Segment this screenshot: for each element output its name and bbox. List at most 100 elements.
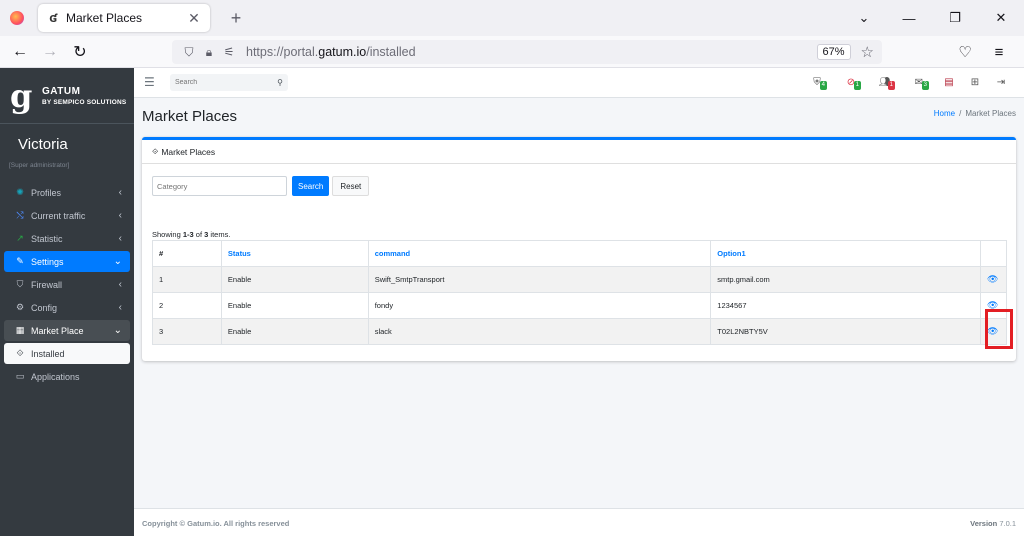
cog-icon: ⚙ xyxy=(15,302,25,312)
language-button[interactable]: ▤ xyxy=(936,74,962,92)
wrench-icon: ✎ xyxy=(16,256,24,266)
market-places-card: ⟐ Market Places Search Reset Showing 1-3… xyxy=(142,137,1016,361)
messages-button[interactable]: ✉ 3 xyxy=(902,74,936,92)
view-eye-icon[interactable]: 👁︎ xyxy=(979,266,1008,293)
traffic-icon: ⤭ xyxy=(16,210,24,220)
cell-status: Enable xyxy=(220,318,369,345)
browser-tab[interactable]: ʛ Market Places ✕ xyxy=(38,4,210,32)
category-input[interactable] xyxy=(152,176,287,196)
cell-status: Enable xyxy=(220,292,369,319)
highlight-box xyxy=(985,309,1013,349)
fullscreen-button[interactable]: ⊞ xyxy=(962,74,988,92)
users-alerts-button[interactable]: 👥︎ 1 xyxy=(868,74,902,92)
breadcrumb-current: Market Places xyxy=(965,109,1016,118)
tab-list-chevron-icon[interactable]: ⌄ xyxy=(854,10,874,26)
card-header: ⟐ Market Places xyxy=(142,140,1016,164)
top-search: ⚲ xyxy=(170,74,288,91)
chevron-down-icon: ⌄ xyxy=(113,256,122,267)
apps-icon: ▭ xyxy=(15,371,25,381)
footer-copyright: Copyright © Gatum.io. All rights reserve… xyxy=(142,519,290,528)
sidebar-item-profiles[interactable]: ✺ Profiles ‹ xyxy=(4,182,130,203)
page-title: Market Places xyxy=(142,108,238,125)
firefox-icon[interactable] xyxy=(10,11,24,25)
bookmark-star-icon[interactable]: ☆ xyxy=(861,43,874,61)
blocked-alerts-button[interactable]: ⊘ 1 xyxy=(834,74,868,92)
card-title: Market Places xyxy=(161,146,216,157)
expand-icon: ⊞ xyxy=(970,77,980,88)
cell-number: 2 xyxy=(152,292,222,319)
minimize-icon[interactable]: — xyxy=(886,11,932,26)
gatum-logo-icon: g xyxy=(10,76,33,115)
grid-icon: ▦ xyxy=(15,325,25,335)
sidebar-item-installed[interactable]: ⟐ Installed xyxy=(4,343,130,364)
app-top-bar: ☰ ⚲ ⛨ 4 ⊘ 1 👥︎ 1 ✉ 3 ▤ ⊞ ⇥ xyxy=(134,68,1024,98)
sidebar-item-firewall[interactable]: ⛉ Firewall ‹ xyxy=(4,274,130,295)
reset-button[interactable]: Reset xyxy=(332,176,370,196)
sidebar-item-applications[interactable]: ▭ Applications xyxy=(4,366,130,387)
hamburger-menu-icon[interactable]: ☰ xyxy=(144,75,155,89)
sidebar-item-statistic[interactable]: ↗ Statistic ‹ xyxy=(4,228,130,249)
column-header-number: # xyxy=(152,240,222,267)
cell-command: fondy xyxy=(367,292,712,319)
logout-icon: ⇥ xyxy=(996,77,1006,88)
sidebar-item-config[interactable]: ⚙ Config ‹ xyxy=(4,297,130,318)
notifications-shield-button[interactable]: ⛨ 4 xyxy=(800,74,834,92)
sidebar-menu: ✺ Profiles ‹ ⤭ Current traffic ‹ ↗ Stati… xyxy=(4,182,130,389)
window-close-icon[interactable]: ✕ xyxy=(978,10,1024,26)
us-flag-icon: ▤ xyxy=(944,77,954,88)
gatum-favicon-icon: ʛ xyxy=(49,10,57,25)
cell-command: Swift_SmtpTransport xyxy=(367,266,712,293)
brand-name: GATUM xyxy=(42,85,81,97)
cell-option1: 1234567 xyxy=(710,292,981,319)
table-row: 2 Enable fondy 1234567 👁︎ xyxy=(152,292,1008,319)
search-input[interactable] xyxy=(175,79,278,86)
chevron-left-icon: ‹ xyxy=(118,210,122,221)
brand-tagline: BY SEMPICO SOLUTIONS xyxy=(42,98,127,106)
url-bar[interactable]: ⛉ 🔒︎ ⚟ https://portal.gatum.io/installed… xyxy=(172,40,882,64)
close-tab-icon[interactable]: ✕ xyxy=(186,10,202,27)
column-header-option1[interactable]: Option1 xyxy=(710,240,981,267)
back-arrow-icon[interactable]: ← xyxy=(6,43,34,61)
restore-icon[interactable]: ❐ xyxy=(932,10,978,26)
brand[interactable]: g GATUM BY SEMPICO SOLUTIONS xyxy=(0,68,134,124)
badge-count: 1 xyxy=(887,81,895,90)
column-header-command[interactable]: command xyxy=(367,240,712,267)
footer: Copyright © Gatum.io. All rights reserve… xyxy=(134,508,1024,536)
new-tab-icon[interactable]: + xyxy=(226,8,246,29)
sidebar-item-settings[interactable]: ✎ Settings ⌄ xyxy=(4,251,130,272)
gear-icon: ✺ xyxy=(16,187,24,197)
content-header: Market Places Home / Market Places xyxy=(134,98,1024,136)
browser-tab-bar: ʛ Market Places ✕ + ⌄ — ❐ ✕ xyxy=(0,0,1024,36)
browser-nav-bar: ← → ↻ ⛉ 🔒︎ ⚟ https://portal.gatum.io/ins… xyxy=(0,36,1024,68)
column-header-status[interactable]: Status xyxy=(220,240,369,267)
breadcrumb-home-link[interactable]: Home xyxy=(934,109,955,118)
chevron-left-icon: ‹ xyxy=(118,187,122,198)
chart-icon: ↗ xyxy=(16,233,24,243)
url-text[interactable]: https://portal.gatum.io/installed xyxy=(246,45,817,59)
reload-icon[interactable]: ↻ xyxy=(66,42,94,62)
cell-option1: smtp.gmail.com xyxy=(710,266,981,293)
permissions-icon[interactable]: ⚟ xyxy=(220,45,238,59)
forward-arrow-icon[interactable]: → xyxy=(36,43,64,61)
breadcrumb: Home / Market Places xyxy=(933,109,1016,118)
cell-command: slack xyxy=(367,318,712,345)
user-name[interactable]: Victoria xyxy=(18,136,134,153)
tracking-shield-icon[interactable]: ⛉ xyxy=(180,45,198,60)
filter-form: Search Reset xyxy=(152,176,370,196)
chevron-left-icon: ‹ xyxy=(118,302,122,313)
logout-button[interactable]: ⇥ xyxy=(988,74,1014,92)
zoom-level[interactable]: 67% xyxy=(816,44,851,60)
search-icon[interactable]: ⚲ xyxy=(277,78,283,87)
sidebar-item-current-traffic[interactable]: ⤭ Current traffic ‹ xyxy=(4,205,130,226)
table-row: 3 Enable slack T02L2NBTY5V 👁︎ xyxy=(152,318,1008,345)
sidebar-item-market-place[interactable]: ▦ Market Place ⌄ xyxy=(4,320,130,341)
search-button[interactable]: Search xyxy=(292,176,330,196)
cell-option1: T02L2NBTY5V xyxy=(710,318,981,345)
code-icon: ⟐ xyxy=(16,348,24,358)
lock-icon[interactable]: 🔒︎ xyxy=(200,45,218,60)
pocket-icon[interactable]: ♡ xyxy=(948,43,982,61)
chevron-left-icon: ‹ xyxy=(118,233,122,244)
menu-icon[interactable]: ≡ xyxy=(982,44,1016,61)
tab-title: Market Places xyxy=(66,11,143,25)
cell-status: Enable xyxy=(220,266,369,293)
